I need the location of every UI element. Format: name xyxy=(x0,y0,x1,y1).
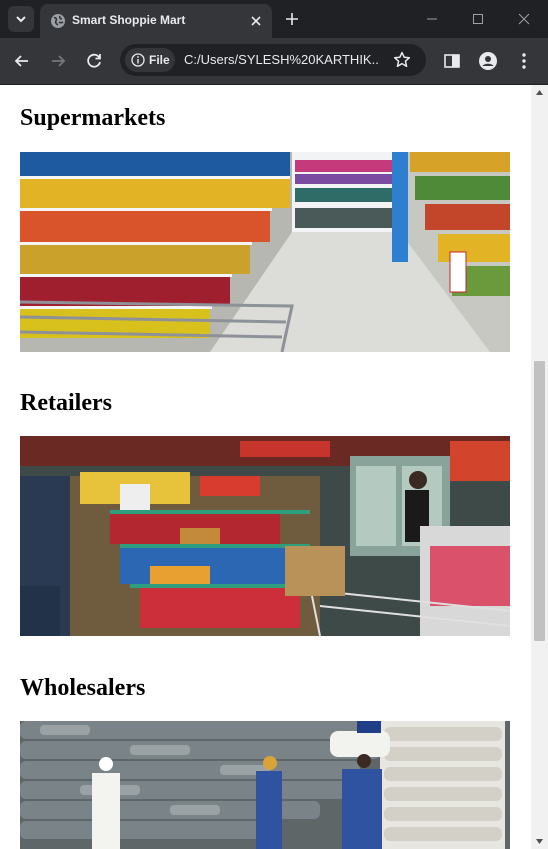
back-arrow-icon[interactable] xyxy=(11,50,33,72)
window-close-icon[interactable] xyxy=(514,9,534,29)
maximize-icon[interactable] xyxy=(468,9,488,29)
tab-title: Smart Shoppie Mart xyxy=(72,13,186,27)
url-text[interactable]: C:/Users/SYLESH%20KARTHIK... xyxy=(184,52,380,67)
info-icon xyxy=(131,53,145,67)
star-icon[interactable] xyxy=(392,50,412,70)
security-chip-label: File xyxy=(149,53,170,67)
wholesale-warehouse-photo xyxy=(20,721,510,849)
wholesalers-heading: Wholesalers xyxy=(20,675,146,701)
scrollbar-thumb[interactable] xyxy=(534,361,545,641)
profile-icon[interactable] xyxy=(477,50,499,72)
tab-search-button[interactable] xyxy=(8,6,34,32)
reload-icon[interactable] xyxy=(83,50,105,72)
plus-icon[interactable] xyxy=(282,9,302,29)
scroll-up-arrow-icon[interactable] xyxy=(535,88,544,97)
side-panel-icon[interactable] xyxy=(441,50,463,72)
tab-search-icon xyxy=(16,16,26,23)
vertical-scrollbar[interactable] xyxy=(531,85,548,849)
scroll-down-arrow-icon[interactable] xyxy=(535,837,544,846)
browser-toolbar: File C:/Users/SYLESH%20KARTHIK... xyxy=(0,38,548,84)
retail-store-photo xyxy=(20,436,510,636)
address-bar[interactable]: File C:/Users/SYLESH%20KARTHIK... xyxy=(120,44,426,76)
close-icon[interactable] xyxy=(248,13,264,29)
page-viewport: Supermarkets Retailers Wholesalers xyxy=(0,85,548,849)
active-tab[interactable]: Smart Shoppie Mart xyxy=(40,4,272,38)
minimize-icon[interactable] xyxy=(422,9,442,29)
site-info-chip[interactable]: File xyxy=(125,48,175,72)
retailers-heading: Retailers xyxy=(20,390,112,416)
tab-strip: Smart Shoppie Mart xyxy=(0,0,548,38)
supermarkets-heading: Supermarkets xyxy=(20,105,166,131)
kebab-menu-icon[interactable] xyxy=(513,50,535,72)
supermarket-aisle-photo xyxy=(20,152,510,352)
forward-arrow-icon[interactable] xyxy=(47,50,69,72)
globe-icon xyxy=(51,14,65,28)
